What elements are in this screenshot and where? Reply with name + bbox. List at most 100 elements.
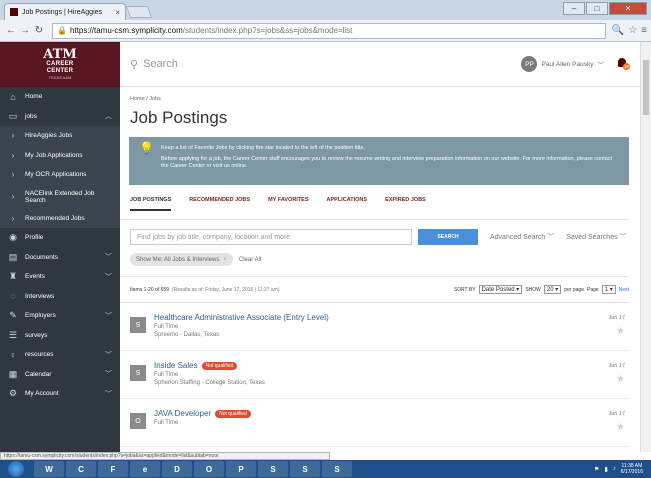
browser-titlebar: Job Postings | HireAggies × – □ ✕ [0, 0, 651, 20]
maximize-button[interactable]: □ [586, 2, 608, 15]
events-icon: ♜ [8, 271, 18, 282]
show-value: 20 [546, 286, 554, 293]
sidebar-item-surveys[interactable]: ☰ surveys [0, 326, 120, 346]
job-row[interactable]: S Healthcare Administrative Associate (E… [120, 303, 629, 351]
sidebar-item-events[interactable]: ♜ Events ﹀ [0, 267, 120, 287]
sidebar-item-interviews[interactable]: ◌ Interviews [0, 287, 120, 307]
job-row[interactable]: S Inside Sales Not qualified Full Time Sp… [120, 351, 629, 399]
sidebar-item-jobs[interactable]: ▭ jobs ︿ [0, 107, 120, 127]
sidebar-item-profile[interactable]: ◉ Profile [0, 228, 120, 248]
page-select[interactable]: 1 ▾ [601, 285, 616, 294]
taskbar-app-s3[interactable]: S [322, 461, 352, 477]
sidebar-item-my-ocr-applications[interactable]: › My OCR Applications [0, 165, 120, 185]
zoom-icon[interactable]: 🔍 [612, 25, 624, 36]
taskbar-clock[interactable]: 11:38 AM 6/17/2016 [621, 463, 643, 475]
browser-tab[interactable]: Job Postings | HireAggies × [4, 3, 126, 20]
back-arrow-icon[interactable]: ← [4, 25, 18, 36]
lightbulb-icon: 💡 [139, 141, 154, 155]
next-page-link[interactable]: Next [619, 287, 629, 293]
taskbar-app-outlook[interactable]: O [194, 461, 224, 477]
job-title-link[interactable]: Healthcare Administrative Associate (Ent… [154, 313, 329, 322]
sidebar-item-nacelink[interactable]: › NACElink Extended Job Search [0, 184, 120, 209]
sidebar: ATM CAREER CENTER TEXAS A&M ⌂ Home ▭ jobs ︿… [0, 42, 120, 452]
global-search-input[interactable]: Search [143, 58, 178, 70]
sidebar-item-employers[interactable]: ✎ Employers ﹀ [0, 306, 120, 326]
tab-close-icon[interactable]: × [115, 8, 120, 17]
surveys-icon: ☰ [8, 329, 18, 340]
windows-start-button[interactable] [8, 461, 24, 477]
saved-searches-link[interactable]: Saved Searches ﹀ [566, 232, 626, 242]
sidebar-item-calendar[interactable]: ▦ Calendar ﹀ [0, 365, 120, 385]
tab-expired-jobs[interactable]: EXPIRED JOBS [385, 197, 426, 209]
url-field[interactable]: 🔒 https://tamu-csm.symplicity.com /stude… [52, 22, 606, 39]
network-icon[interactable]: ▮ [604, 466, 607, 473]
tab-applications[interactable]: APPLICATIONS [327, 197, 368, 209]
logo-line1: CAREER [46, 61, 74, 67]
tab-job-postings[interactable]: JOB POSTINGS [130, 197, 172, 211]
taskbar-app-explorer[interactable]: F [98, 461, 128, 477]
global-search[interactable]: ⚲ Search [130, 58, 178, 71]
job-row[interactable]: O JAVA Developer Not qualified Full Time … [120, 399, 629, 447]
page-value: 1 [604, 286, 609, 293]
tab-my-favorites[interactable]: MY FAVORITES [268, 197, 308, 209]
sidebar-item-label: resources [25, 351, 54, 359]
new-tab-button[interactable] [125, 6, 153, 18]
taskbar-app-word[interactable]: W [34, 461, 64, 477]
sidebar-item-resources[interactable]: ♀ resources ﹀ [0, 345, 120, 365]
sidebar-item-my-account[interactable]: ⚙ My Account ﹀ [0, 384, 120, 404]
clear-all-link[interactable]: Clear All [239, 257, 261, 263]
taskbar-app-chrome[interactable]: C [66, 461, 96, 477]
taskbar-app-s2[interactable]: S [290, 461, 320, 477]
system-tray: ⚑ ▮ ♪ 11:38 AM 6/17/2016 [594, 463, 651, 475]
remove-filter-icon[interactable]: × [223, 257, 227, 263]
url-path: /students/index.php?s=jobs&ss=jobs&mode=… [182, 26, 353, 35]
sidebar-item-my-job-applications[interactable]: › My Job Applications [0, 145, 120, 165]
taskbar-app-ie[interactable]: e [130, 461, 160, 477]
notification-bell-icon[interactable]: 10 [618, 58, 630, 70]
user-menu[interactable]: PP Paul Allen Pausky ﹀ 10 [521, 56, 630, 72]
page-scrollbar[interactable] [640, 42, 651, 452]
filter-pill[interactable]: Show Me: All Jobs & Interviews × [130, 253, 233, 266]
sidebar-item-documents[interactable]: ▤ Documents ﹀ [0, 248, 120, 268]
close-window-button[interactable]: ✕ [609, 2, 647, 15]
notification-count: 10 [623, 63, 630, 70]
windows-taskbar: W C F e D O P S S S ⚑ ▮ ♪ 11:38 AM 6/17/… [0, 460, 651, 478]
chevron-right-icon: › [11, 213, 15, 223]
search-button[interactable]: SEARCH [418, 229, 478, 245]
sort-select[interactable]: Date Posted ▾ [478, 285, 523, 294]
advanced-search-link[interactable]: Advanced Search ﹀ [490, 232, 554, 242]
minimize-button[interactable]: – [563, 2, 585, 15]
job-type: Full Time [154, 324, 179, 330]
url-host: https://tamu-csm.symplicity.com [69, 26, 183, 35]
employer-initial: S [130, 317, 146, 333]
not-qualified-badge: Not qualified [201, 361, 238, 370]
sidebar-item-hireaggies-jobs[interactable]: › HireAggies Jobs [0, 126, 120, 146]
flag-icon[interactable]: ⚑ [594, 466, 599, 473]
job-search-input[interactable]: Find jobs by job title, company, locatio… [130, 229, 412, 245]
favorite-star-icon[interactable]: ★ [616, 422, 625, 433]
job-title-link[interactable]: Inside Sales [154, 361, 198, 370]
bookmark-star-icon[interactable]: ☆ [628, 25, 637, 36]
chevron-down-icon: ﹀ [105, 371, 112, 379]
show-select[interactable]: 20 ▾ [543, 285, 562, 294]
reload-icon[interactable]: ↻ [32, 25, 46, 36]
career-center-logo[interactable]: ATM CAREER CENTER TEXAS A&M [0, 42, 120, 87]
breadcrumb[interactable]: Home / Jobs [120, 87, 640, 102]
menu-icon[interactable]: ≡ [641, 25, 647, 36]
taskbar-app-s1[interactable]: S [258, 461, 288, 477]
volume-icon[interactable]: ♪ [613, 466, 616, 472]
sidebar-item-home[interactable]: ⌂ Home [0, 87, 120, 107]
scrollbar-thumb[interactable] [643, 60, 649, 115]
taskbar-app-d[interactable]: D [162, 461, 192, 477]
tab-recommended-jobs[interactable]: RECOMMENDED JOBS [189, 197, 250, 209]
taskbar-app-powerpoint[interactable]: P [226, 461, 256, 477]
forward-arrow-icon[interactable]: → [18, 25, 32, 36]
chevron-down-icon: ﹀ [105, 390, 112, 398]
favorite-star-icon[interactable]: ★ [616, 374, 625, 385]
favorite-star-icon[interactable]: ★ [616, 326, 625, 337]
employer-initial: S [130, 365, 146, 381]
calendar-icon: ▦ [8, 368, 18, 379]
job-title-link[interactable]: JAVA Developer [154, 409, 211, 418]
resources-icon: ♀ [9, 349, 17, 360]
sidebar-item-recommended-jobs[interactable]: › Recommended Jobs [0, 208, 120, 228]
